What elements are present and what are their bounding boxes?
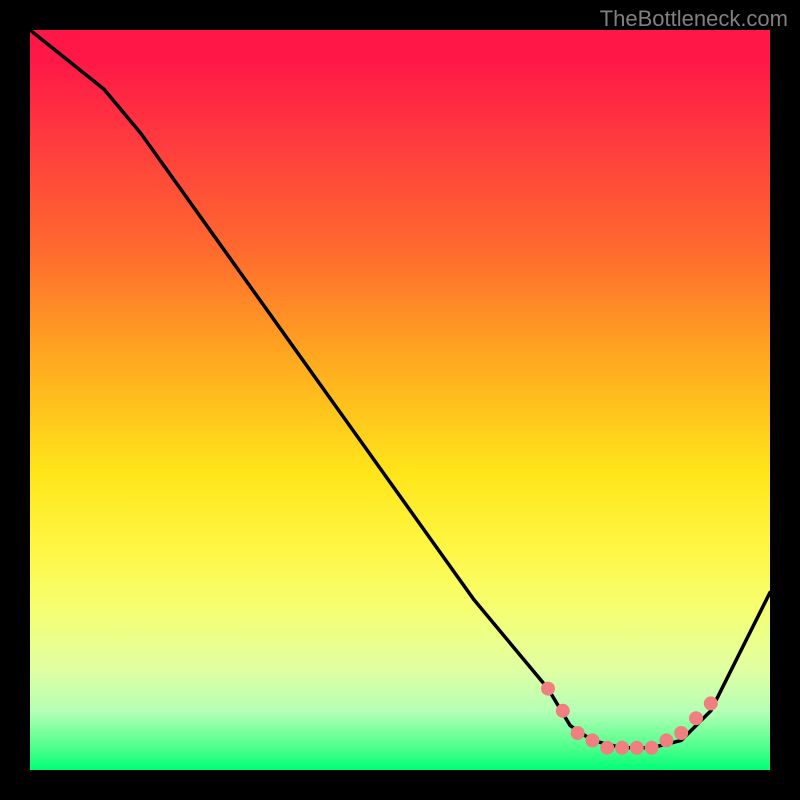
marker-dot bbox=[689, 711, 703, 725]
marker-dot bbox=[556, 704, 570, 718]
marker-dot bbox=[645, 741, 659, 755]
marker-dot bbox=[585, 733, 599, 747]
curve-path bbox=[30, 30, 770, 748]
marker-dot bbox=[571, 726, 585, 740]
attribution-label: TheBottleneck.com bbox=[600, 6, 788, 32]
marker-dot bbox=[630, 741, 644, 755]
marker-dot bbox=[659, 733, 673, 747]
marker-dot bbox=[615, 741, 629, 755]
marker-dot bbox=[541, 682, 555, 696]
bottleneck-curve bbox=[30, 30, 770, 770]
marker-dot bbox=[674, 726, 688, 740]
chart-plot-area bbox=[30, 30, 770, 770]
marker-dot bbox=[704, 696, 718, 710]
marker-dot bbox=[600, 741, 614, 755]
